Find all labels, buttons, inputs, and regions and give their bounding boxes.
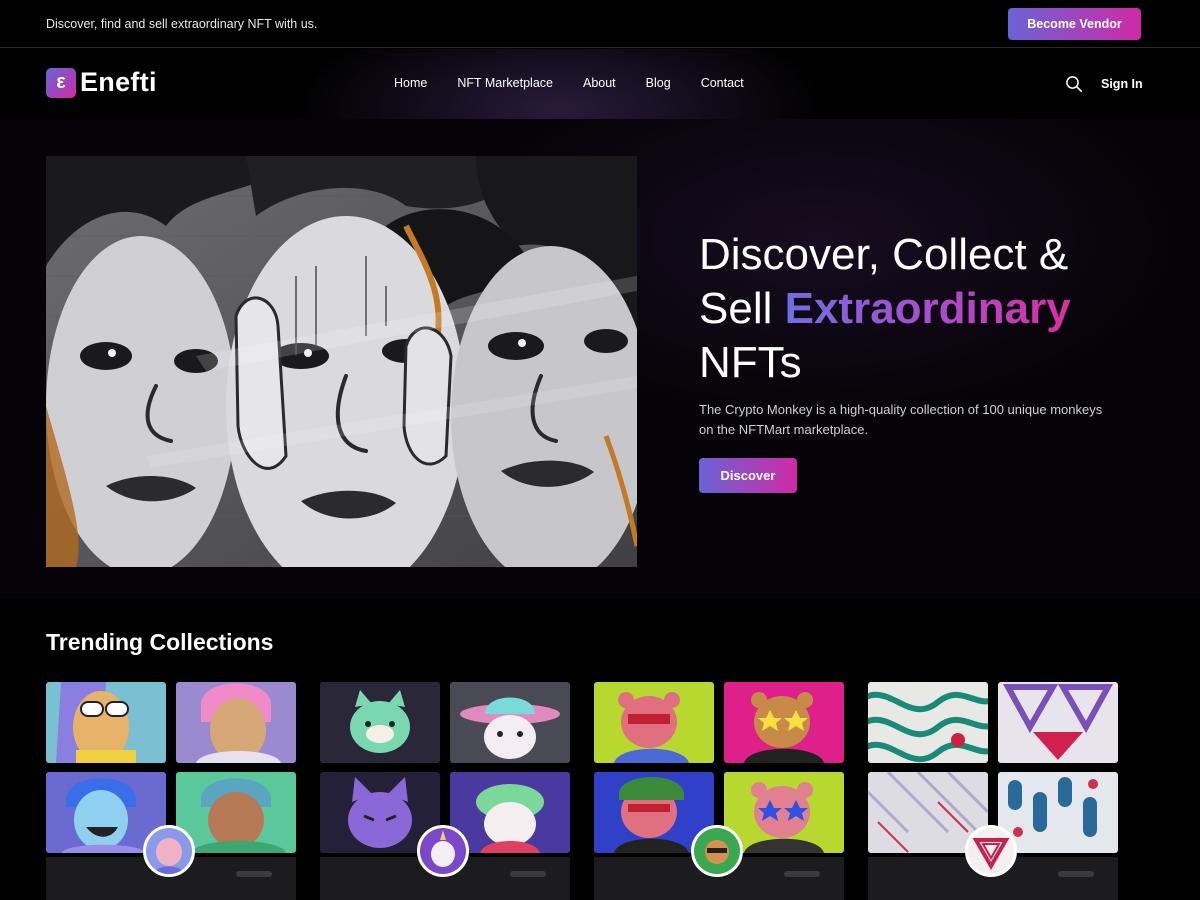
nav-item-about[interactable]: About bbox=[583, 76, 616, 90]
logo-mark-icon: ε bbox=[46, 67, 76, 98]
main-navbar: ε Enefti Home NFT Marketplace About Blog… bbox=[0, 49, 1200, 119]
collection-footer-pill bbox=[784, 871, 820, 877]
collection-footer-pill bbox=[236, 871, 272, 877]
collection-thumb[interactable] bbox=[724, 772, 844, 853]
collection-thumb[interactable] bbox=[724, 682, 844, 763]
collection-thumb[interactable] bbox=[46, 682, 166, 763]
cartoon-avatar-icon[interactable] bbox=[143, 825, 195, 877]
hero-title-line1: Discover, Collect & bbox=[699, 230, 1069, 279]
triangle-logo-avatar-icon[interactable] bbox=[965, 825, 1017, 877]
hero-title-line3: NFTs bbox=[699, 338, 802, 387]
collection-thumb[interactable] bbox=[868, 682, 988, 763]
hero-title-highlight: Extraordinary bbox=[784, 284, 1071, 333]
hero-title-line2: Sell Extraordinary bbox=[699, 282, 1169, 336]
unicorn-avatar-icon[interactable] bbox=[417, 825, 469, 877]
collection-thumb[interactable] bbox=[998, 682, 1118, 763]
collection-card[interactable] bbox=[594, 682, 844, 900]
hero-graffiti-image bbox=[46, 156, 637, 567]
collection-thumb[interactable] bbox=[176, 772, 296, 853]
hero-title: Discover, Collect & Sell Extraordinary N… bbox=[699, 228, 1169, 390]
collection-thumb[interactable] bbox=[176, 682, 296, 763]
trending-collections-title: Trending Collections bbox=[46, 629, 274, 655]
nav-item-contact[interactable]: Contact bbox=[701, 76, 744, 90]
nav-item-blog[interactable]: Blog bbox=[646, 76, 671, 90]
bear-avatar-icon[interactable] bbox=[691, 825, 743, 877]
collection-card[interactable] bbox=[868, 682, 1118, 900]
become-vendor-button[interactable]: Become Vendor bbox=[1008, 8, 1141, 40]
brand-name: Enefti bbox=[80, 67, 157, 97]
collection-thumb[interactable] bbox=[594, 682, 714, 763]
top-announcement-bar: Discover, find and sell extraordinary NF… bbox=[0, 0, 1200, 48]
collection-thumb[interactable] bbox=[998, 772, 1118, 853]
discover-button[interactable]: Discover bbox=[699, 458, 797, 493]
search-icon[interactable] bbox=[1065, 75, 1083, 93]
collection-card[interactable] bbox=[46, 682, 296, 900]
collection-thumb[interactable] bbox=[320, 682, 440, 763]
collection-thumb[interactable] bbox=[450, 772, 570, 853]
brand-logo[interactable]: ε Enefti bbox=[46, 67, 157, 98]
nav-item-home[interactable]: Home bbox=[394, 76, 427, 90]
collection-thumb[interactable] bbox=[450, 682, 570, 763]
nav-item-nft-marketplace[interactable]: NFT Marketplace bbox=[457, 76, 553, 90]
sign-in-link[interactable]: Sign In bbox=[1101, 77, 1143, 91]
collection-footer-pill bbox=[510, 871, 546, 877]
collection-footer-pill bbox=[1058, 871, 1094, 877]
hero-title-line2-plain: Sell bbox=[699, 284, 785, 333]
announcement-text: Discover, find and sell extraordinary NF… bbox=[46, 17, 318, 31]
nav-links: Home NFT Marketplace About Blog Contact bbox=[394, 76, 744, 90]
hero-description: The Crypto Monkey is a high-quality coll… bbox=[699, 402, 1103, 437]
collection-card[interactable] bbox=[320, 682, 570, 900]
